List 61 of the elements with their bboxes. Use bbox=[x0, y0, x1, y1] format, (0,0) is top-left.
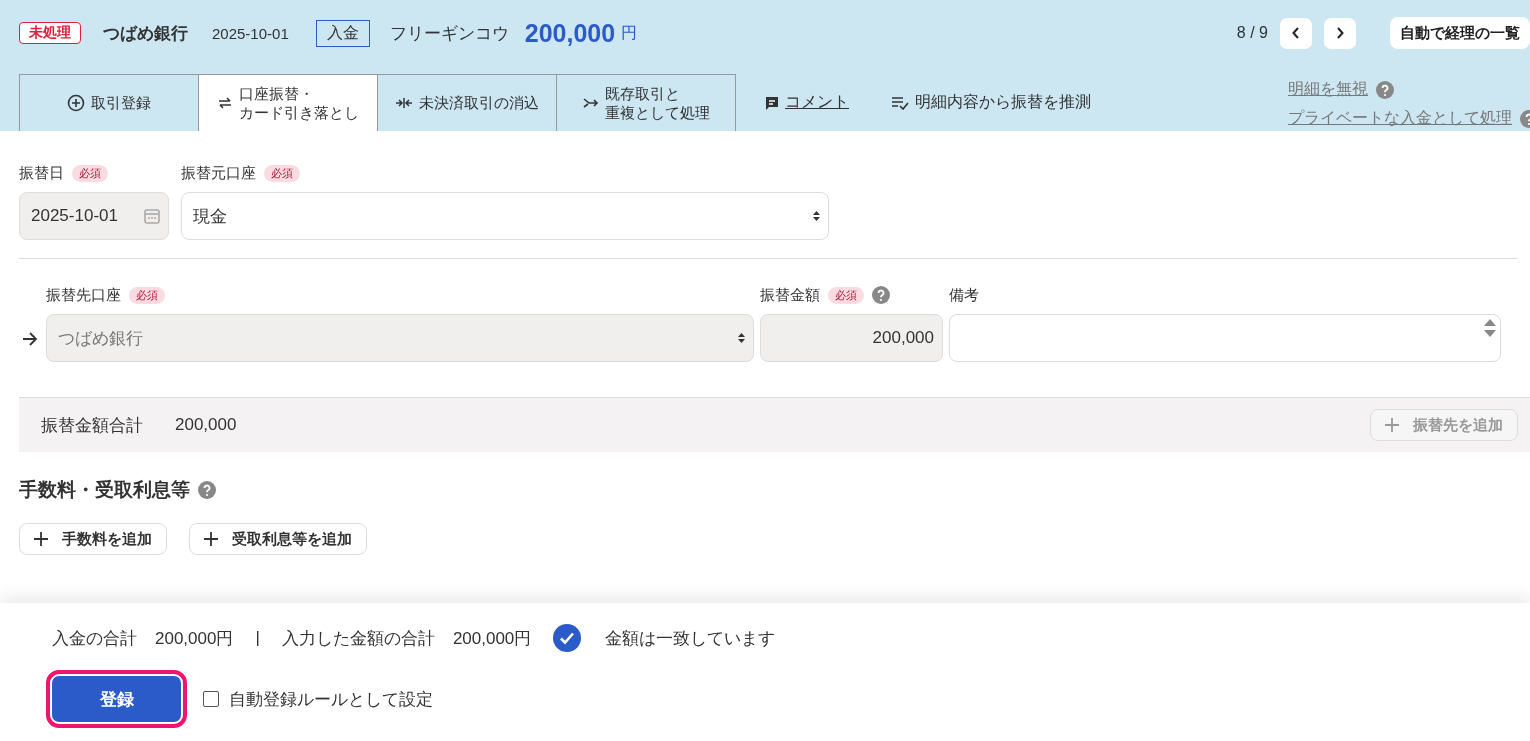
list-button[interactable]: 自動で経理の一覧 bbox=[1390, 17, 1530, 49]
comment-icon bbox=[765, 95, 779, 110]
required-badge: 必須 bbox=[129, 286, 165, 304]
match-message: 金額は一致しています bbox=[605, 627, 776, 650]
required-badge: 必須 bbox=[72, 164, 108, 182]
plus-icon bbox=[1385, 418, 1399, 432]
previous-button[interactable] bbox=[1280, 17, 1312, 49]
memo-field[interactable] bbox=[949, 314, 1501, 362]
chevron-left-icon bbox=[1292, 27, 1300, 39]
separator: | bbox=[255, 628, 260, 648]
summary-value: 200,000円 bbox=[452, 627, 532, 650]
required-badge: 必須 bbox=[828, 286, 864, 304]
pager-count: 8 / 9 bbox=[1236, 24, 1268, 42]
tab[interactable]: 取引登録 bbox=[19, 74, 199, 131]
tab[interactable]: 口座振替・ カード引き落とし bbox=[198, 74, 378, 131]
transaction-amount: 200,000 bbox=[524, 18, 616, 48]
type-badge: 入金 bbox=[315, 19, 370, 47]
merge-arrows-icon bbox=[395, 97, 413, 109]
plus-circle-icon bbox=[67, 94, 85, 112]
summary-value: 200,000円 bbox=[155, 627, 234, 650]
required-badge: 必須 bbox=[264, 164, 300, 182]
join-arrow-icon bbox=[582, 97, 599, 109]
transaction-date: 2025-10-01 bbox=[212, 24, 289, 42]
section-title: 手数料・受取利息等 bbox=[19, 478, 190, 502]
link[interactable]: コメント bbox=[765, 92, 849, 113]
link[interactable]: 明細を無視 bbox=[1288, 79, 1368, 100]
arrow-right-icon bbox=[22, 332, 38, 346]
field-label: 振替先口座 bbox=[46, 285, 121, 305]
total-label: 振替金額合計 bbox=[41, 414, 143, 437]
field-label: 備考 bbox=[949, 285, 979, 305]
checkbox-label[interactable]: 自動登録ルールとして設定 bbox=[229, 687, 433, 711]
add-button[interactable]: 手数料を追加 bbox=[19, 523, 167, 555]
checkbox[interactable] bbox=[203, 691, 219, 707]
plus-icon bbox=[34, 532, 48, 546]
summary-label: 入金の合計 bbox=[52, 627, 137, 650]
swap-arrows-icon bbox=[217, 97, 233, 109]
status-badge: 未処理 bbox=[19, 22, 81, 44]
field-label: 振替金額 bbox=[760, 285, 820, 305]
total-value: 200,000 bbox=[175, 415, 237, 435]
list-check-icon bbox=[891, 95, 909, 110]
bank-name: つばめ銀行 bbox=[103, 22, 188, 45]
link[interactable]: 明細内容から振替を推測 bbox=[891, 92, 1091, 113]
link[interactable]: プライベートな入金として処理 bbox=[1288, 108, 1512, 129]
calendar-icon bbox=[144, 208, 160, 224]
field-label: 振替元口座 bbox=[181, 163, 256, 183]
tab[interactable]: 既存取引と 重複として処理 bbox=[556, 74, 736, 131]
help-icon[interactable] bbox=[1376, 80, 1394, 99]
scroll-arrows-icon bbox=[1483, 317, 1497, 339]
transaction-description: フリーギンコウ bbox=[389, 22, 509, 45]
currency-label: 円 bbox=[621, 22, 638, 43]
plus-icon bbox=[204, 532, 218, 546]
next-button[interactable] bbox=[1324, 17, 1356, 49]
help-icon[interactable] bbox=[198, 481, 216, 499]
add-button[interactable]: 受取利息等を追加 bbox=[189, 523, 367, 555]
chevron-right-icon bbox=[1336, 27, 1344, 39]
help-icon[interactable] bbox=[872, 286, 890, 304]
sort-arrows-icon bbox=[813, 210, 820, 222]
sort-arrows-icon bbox=[738, 332, 745, 344]
account-select[interactable]: 現金 bbox=[181, 192, 829, 240]
field-label: 振替日 bbox=[19, 163, 64, 183]
summary-label: 入力した金額の合計 bbox=[281, 627, 435, 650]
